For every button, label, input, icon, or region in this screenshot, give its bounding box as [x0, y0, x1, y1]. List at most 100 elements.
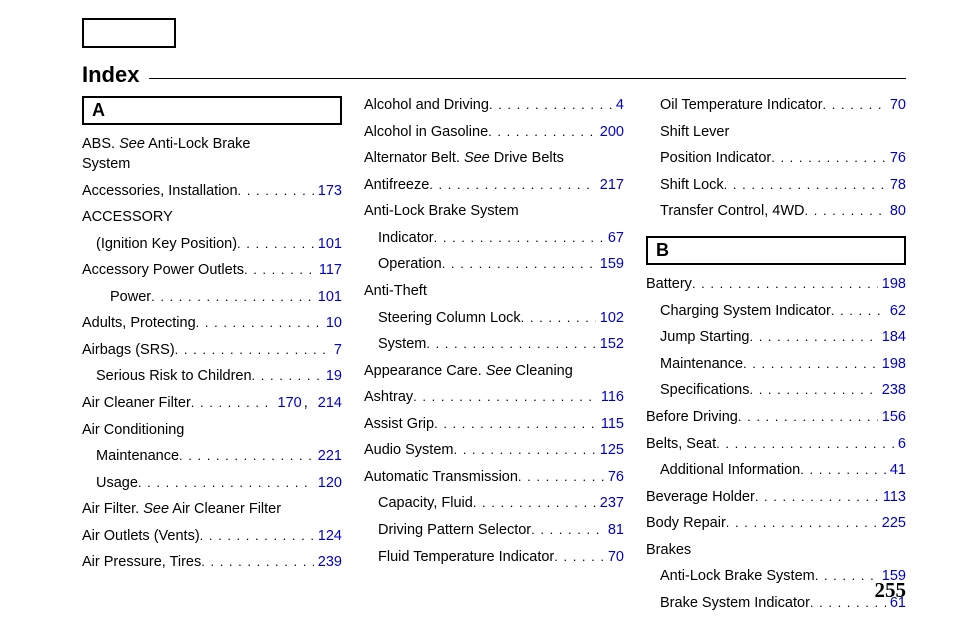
page-reference[interactable]: 214 — [314, 395, 342, 411]
leader-dots — [426, 335, 595, 355]
index-entry-label: Fluid Temperature Indicator — [378, 548, 554, 568]
index-entry: Brake System Indicator61 — [646, 594, 906, 614]
leader-dots — [815, 567, 878, 587]
page-reference[interactable]: 125 — [596, 442, 624, 458]
leader-dots — [434, 229, 604, 249]
index-entry: Jump Starting 184 — [646, 328, 906, 348]
leader-dots — [413, 388, 597, 408]
page-reference[interactable]: 116 — [597, 389, 624, 405]
page-reference[interactable]: 7 — [330, 342, 342, 358]
page-reference[interactable]: 62 — [886, 303, 906, 319]
page-reference[interactable]: 124 — [314, 528, 342, 544]
page-reference[interactable]: 170 — [274, 395, 302, 411]
leader-dots — [755, 488, 879, 508]
page-reference[interactable]: 80 — [886, 203, 906, 219]
leader-dots — [518, 468, 604, 488]
index-note: ABS. See Anti-Lock Brake System — [82, 135, 342, 174]
index-entry-label: Accessory Power Outlets — [82, 261, 244, 281]
index-entry-label: Jump Starting — [660, 328, 749, 348]
page-reference[interactable]: 76 — [886, 150, 906, 166]
leader-dots — [726, 514, 878, 534]
page-reference[interactable]: 67 — [604, 230, 624, 246]
page-reference[interactable]: 198 — [878, 356, 906, 372]
index-entry: Alcohol in Gasoline200 — [364, 123, 624, 143]
page-reference[interactable]: 81 — [604, 522, 624, 538]
index-columns: A ABS. See Anti-Lock Brake SystemAccesso… — [82, 96, 906, 621]
index-entry-label: Airbags (SRS) — [82, 341, 175, 361]
leader-dots — [434, 415, 597, 435]
page-reference[interactable]: 78 — [886, 177, 906, 193]
page-reference[interactable]: 239 — [314, 554, 342, 570]
leader-dots — [724, 176, 886, 196]
page-reference[interactable]: 41 — [886, 462, 906, 478]
index-entry: Automatic Transmission76 — [364, 468, 624, 488]
page-reference[interactable]: 184 — [878, 329, 906, 345]
index-entry: Shift Lock78 — [646, 176, 906, 196]
column-2: Alcohol and Driving4Alcohol in Gasoline2… — [364, 96, 624, 621]
page-ref-group: 217 — [596, 176, 624, 196]
index-entry: Accessories, Installation 173 — [82, 182, 342, 202]
page-reference[interactable]: 120 — [314, 475, 342, 491]
page-ref-group: 239 — [314, 553, 342, 573]
leader-dots — [743, 355, 878, 375]
page-reference[interactable]: 156 — [878, 409, 906, 425]
page-reference[interactable]: 19 — [322, 368, 342, 384]
page-reference[interactable]: 6 — [894, 436, 906, 452]
page-reference[interactable]: 113 — [879, 489, 906, 505]
leader-dots — [244, 261, 315, 281]
header-row: Index — [82, 62, 906, 88]
page-reference[interactable]: 198 — [878, 276, 906, 292]
index-entry-label: Maintenance — [660, 355, 743, 375]
index-letter-B: B — [646, 236, 906, 265]
index-entry: Specifications238 — [646, 381, 906, 401]
page-ref-group: 198 — [878, 355, 906, 375]
page-reference[interactable]: 217 — [596, 177, 624, 193]
leader-dots — [749, 328, 877, 348]
page-ref-group: 124 — [314, 527, 342, 547]
page-reference[interactable]: 102 — [596, 310, 624, 326]
page-reference[interactable]: 101 — [314, 289, 342, 305]
index-entry-label: Steering Column Lock — [378, 309, 521, 329]
leader-dots — [473, 494, 596, 514]
index-entry-label: Position Indicator — [660, 149, 771, 169]
index-note: Alternator Belt. See Drive Belts — [364, 149, 624, 169]
leader-dots — [429, 176, 596, 196]
page-reference[interactable]: 115 — [597, 416, 624, 432]
title-rule — [149, 78, 906, 79]
page-reference[interactable]: 10 — [322, 315, 342, 331]
page-reference[interactable]: 237 — [596, 495, 624, 511]
index-entry-label: Accessories, Installation — [82, 182, 238, 202]
index-entry: Audio System125 — [364, 441, 624, 461]
page-reference[interactable]: 117 — [315, 262, 342, 278]
page-reference[interactable]: 238 — [878, 382, 906, 398]
page-number: 255 — [875, 578, 907, 603]
leader-dots — [805, 202, 886, 222]
page-reference[interactable]: 70 — [604, 549, 624, 565]
column-2-list: Alcohol and Driving4Alcohol in Gasoline2… — [364, 96, 624, 567]
page-reference[interactable]: 159 — [596, 256, 624, 272]
page-reference[interactable]: 200 — [596, 124, 624, 140]
page-reference[interactable]: 225 — [878, 515, 906, 531]
page-reference[interactable]: 76 — [604, 469, 624, 485]
page-reference[interactable]: 152 — [596, 336, 624, 352]
index-entry: Battery198 — [646, 275, 906, 295]
page-ref-group: 120 — [314, 474, 342, 494]
leader-dots — [531, 521, 604, 541]
page-reference[interactable]: 4 — [612, 97, 624, 113]
index-entry-label: Charging System Indicator — [660, 302, 831, 322]
page-ref-group: 102 — [596, 309, 624, 329]
page-ref-group: 81 — [604, 521, 624, 541]
leader-dots — [823, 96, 886, 116]
leader-dots — [716, 435, 894, 455]
index-entry-label: Usage — [96, 474, 138, 494]
page-reference[interactable]: 221 — [314, 448, 342, 464]
page-ref-sep: , — [302, 395, 314, 411]
page-reference[interactable]: 70 — [886, 97, 906, 113]
index-entry: Adults, Protecting10 — [82, 314, 342, 334]
page-reference[interactable]: 173 — [314, 183, 342, 199]
page-ref-group: 62 — [886, 302, 906, 322]
index-entry: Position Indicator 76 — [646, 149, 906, 169]
index-heading: Shift Lever — [646, 123, 906, 143]
index-entry-label: Transfer Control, 4WD — [660, 202, 805, 222]
page-reference[interactable]: 101 — [314, 236, 342, 252]
